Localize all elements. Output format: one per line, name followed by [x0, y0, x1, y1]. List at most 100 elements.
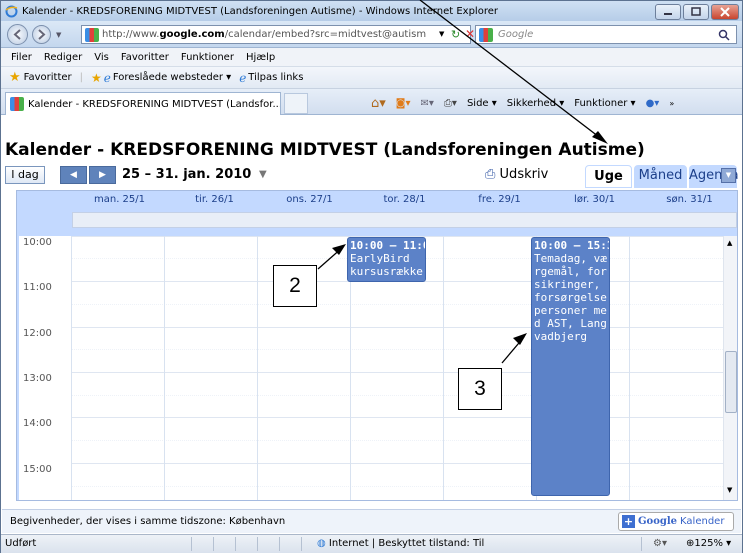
- favorites-bar: ★ Favoritter | ★ ℯ Foreslåede websteder …: [1, 67, 742, 89]
- globe-icon: ◍: [317, 538, 329, 549]
- menu-rediger[interactable]: Rediger: [44, 52, 82, 63]
- day-sat[interactable]: lør. 30/1: [547, 194, 642, 205]
- day-column-line: [257, 236, 258, 500]
- search-icon[interactable]: [718, 29, 730, 41]
- calendar-page: Kalender - KREDSFORENING MIDTVEST (Lands…: [2, 116, 741, 534]
- day-wed[interactable]: ons. 27/1: [262, 194, 357, 205]
- next-week-button[interactable]: ▶: [89, 166, 116, 184]
- kalender-label: Kalender: [680, 516, 725, 527]
- menu-bar: Filer Rediger Vis Favoritter Funktioner …: [1, 48, 742, 67]
- event-time: 10:00 – 11:00: [350, 239, 425, 252]
- browser-tab[interactable]: Kalender - KREDSFORENING MIDTVEST (Lands…: [5, 92, 281, 115]
- vertical-scrollbar[interactable]: ▲ ▼: [723, 236, 737, 500]
- event-temadag[interactable]: 10:00 – 15:30 Temadag, værgemål, forsikr…: [531, 237, 610, 496]
- search-provider-icon: [479, 28, 493, 42]
- print-link[interactable]: ⎙ Udskriv: [485, 167, 548, 182]
- menu-filer[interactable]: Filer: [11, 52, 32, 63]
- event-time: 10:00 – 15:30: [534, 239, 609, 252]
- menu-vis[interactable]: Vis: [94, 52, 109, 63]
- google-logo: Google: [638, 516, 678, 527]
- day-fri[interactable]: fre. 29/1: [452, 194, 547, 205]
- status-done: Udført: [5, 538, 37, 549]
- menu-favoritter[interactable]: Favoritter: [121, 52, 169, 63]
- maximize-button[interactable]: [683, 4, 709, 20]
- status-separator: [213, 537, 214, 551]
- calendar-toolbar: I dag ◀ ▶ 25 – 31. jan. 2010 ▼ ⎙ Udskriv…: [2, 164, 741, 190]
- menu-hjaelp[interactable]: Hjælp: [246, 52, 275, 63]
- day-tue[interactable]: tir. 26/1: [167, 194, 262, 205]
- scroll-down-icon[interactable]: ▼: [727, 486, 732, 494]
- mail-icon[interactable]: ✉▾: [421, 98, 434, 109]
- today-button[interactable]: I dag: [5, 166, 45, 184]
- address-dropdown-icon[interactable]: ▼: [439, 30, 444, 38]
- minimize-button[interactable]: [655, 4, 681, 20]
- all-day-row[interactable]: [72, 212, 737, 228]
- printer-icon: ⎙: [485, 167, 500, 182]
- zoom-level[interactable]: ⊕125% ▾: [686, 538, 731, 549]
- event-earlybird[interactable]: 10:00 – 11:00 EarlyBird kursusrække: [347, 237, 426, 282]
- close-window-button[interactable]: [711, 4, 739, 20]
- stop-icon[interactable]: ✕: [465, 27, 475, 41]
- half-hour-line: [71, 349, 723, 350]
- add-favorite-icon[interactable]: ★: [91, 71, 102, 85]
- ie-link-icon: ℯ: [239, 70, 247, 85]
- time-label: 14:00: [23, 418, 52, 429]
- plus-icon: +: [622, 515, 635, 528]
- tab-month[interactable]: Måned: [634, 165, 687, 188]
- cmd-sikkerhed[interactable]: Sikkerhed ▾: [507, 98, 564, 109]
- favorites-button[interactable]: Favoritter: [24, 72, 72, 83]
- url-domain: google.com: [159, 29, 225, 40]
- title-bar: Kalender - KREDSFORENING MIDTVEST (Lands…: [1, 1, 742, 21]
- window-title: Kalender - KREDSFORENING MIDTVEST (Lands…: [22, 5, 498, 17]
- date-range-dropdown-icon[interactable]: ▼: [259, 169, 267, 180]
- customize-links-link[interactable]: Tilpas links: [248, 72, 303, 83]
- half-hour-line: [71, 304, 723, 305]
- cmd-funktioner[interactable]: Funktioner ▾: [574, 98, 635, 109]
- feeds-icon[interactable]: ◙▾: [396, 98, 411, 109]
- zone-settings-icon[interactable]: ⚙▾: [653, 538, 667, 549]
- url-prefix: http://www.: [102, 29, 160, 40]
- time-label: 12:00: [23, 328, 52, 339]
- day-thu[interactable]: tor. 28/1: [357, 194, 452, 205]
- tab-bar: Kalender - KREDSFORENING MIDTVEST (Lands…: [1, 89, 742, 115]
- scroll-up-icon[interactable]: ▲: [727, 239, 732, 247]
- hour-line: [71, 463, 723, 464]
- hour-line: [71, 327, 723, 328]
- callout-box-2: 2: [273, 265, 317, 307]
- refresh-icon[interactable]: ↻: [451, 28, 460, 41]
- back-button[interactable]: [7, 24, 28, 45]
- address-bar[interactable]: http://www. google.com/calendar/embed?src…: [81, 25, 471, 44]
- help-icon[interactable]: ●▾: [646, 98, 660, 109]
- prev-week-button[interactable]: ◀: [60, 166, 87, 184]
- time-grid[interactable]: 10:00 11:00 12:00 13:00 14:00 15:00 10:0…: [19, 236, 723, 500]
- print-icon[interactable]: ⎙▾: [444, 98, 457, 109]
- cmd-side[interactable]: Side ▾: [467, 98, 497, 109]
- day-column-line: [164, 236, 165, 500]
- browser-window: Kalender - KREDSFORENING MIDTVEST (Lands…: [0, 0, 743, 553]
- home-icon[interactable]: ⌂▾: [371, 96, 386, 111]
- day-mon[interactable]: man. 25/1: [72, 194, 167, 205]
- status-separator: [235, 537, 236, 551]
- tab-label: Kalender - KREDSFORENING MIDTVEST (Lands…: [28, 98, 281, 110]
- callout-box-3: 3: [458, 368, 502, 410]
- tab-week[interactable]: Uge: [585, 165, 632, 188]
- security-zone[interactable]: ◍ Internet | Beskyttet tilstand: Til: [317, 538, 484, 549]
- favorites-star-icon: ★: [9, 70, 21, 85]
- week-grid: man. 25/1 tir. 26/1 ons. 27/1 tor. 28/1 …: [16, 190, 738, 501]
- history-dropdown-icon[interactable]: ▼: [56, 31, 61, 39]
- timezone-note: Begivenheder, der vises i samme tidszone…: [10, 516, 286, 527]
- google-calendar-button[interactable]: + Google Kalender: [618, 512, 734, 531]
- suggested-sites-link[interactable]: Foreslåede websteder ▾: [113, 72, 231, 83]
- day-header: man. 25/1 tir. 26/1 ons. 27/1 tor. 28/1 …: [72, 191, 737, 212]
- menu-funktioner[interactable]: Funktioner: [181, 52, 234, 63]
- forward-button[interactable]: [32, 25, 51, 44]
- event-title: Temadag, værgemål, forsikringer, forsørg…: [534, 252, 607, 343]
- new-tab-button[interactable]: [284, 93, 308, 114]
- hour-line: [71, 417, 723, 418]
- scroll-thumb[interactable]: [725, 351, 737, 413]
- day-sun[interactable]: søn. 31/1: [642, 194, 737, 205]
- chevron-more-icon[interactable]: »: [669, 99, 674, 108]
- status-bar: Udført ◍ Internet | Beskyttet tilstand: …: [1, 534, 742, 553]
- view-dropdown-icon[interactable]: ▼: [721, 168, 736, 183]
- search-box[interactable]: Google: [475, 25, 737, 44]
